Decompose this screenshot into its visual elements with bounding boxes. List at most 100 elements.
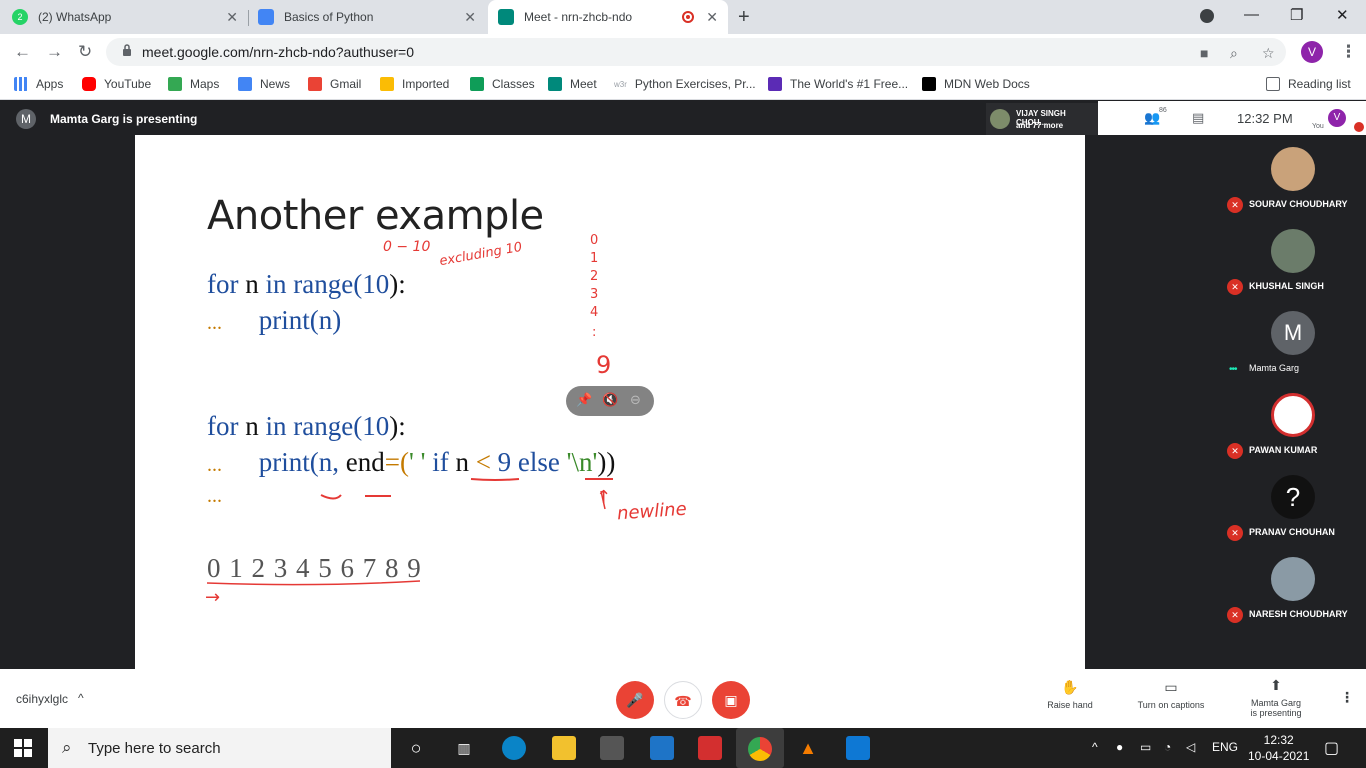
presenting-label-2: is presenting [1250, 708, 1302, 718]
more-options-icon[interactable]: ⋮ [1340, 689, 1354, 706]
bookmark-classes[interactable]: Classes [470, 77, 535, 91]
annotation-col-4: 4 [590, 305, 599, 320]
bookmark-python-exercises[interactable]: w3r Python Exercises, Pr... [614, 77, 756, 91]
tab-meet[interactable]: Meet - nrn-zhcb-ndo ✕ [488, 0, 728, 34]
reload-icon[interactable]: ↻ [78, 42, 92, 62]
participant-tile[interactable]: ✕ KHUSHAL SINGH [1221, 217, 1366, 299]
meeting-code[interactable]: c6ihyxlglc [16, 692, 68, 706]
back-icon[interactable]: ← [14, 42, 31, 62]
file-explorer-icon[interactable] [552, 736, 576, 760]
notifications-icon[interactable]: ▢ [1324, 738, 1339, 758]
menu-kebab-icon[interactable]: ⋮ [1340, 42, 1357, 62]
close-window-icon[interactable]: ✕ [1336, 6, 1349, 24]
tray-mic-icon[interactable]: ● [1116, 740, 1123, 754]
bookmark-gmail[interactable]: Gmail [308, 77, 361, 91]
chat-icon[interactable]: ▤ [1192, 110, 1204, 126]
wifi-icon[interactable]: ◔ [1164, 740, 1171, 754]
self-avatar[interactable]: V [1328, 109, 1346, 127]
taskbar-search[interactable]: ⌕ Type here to search [48, 728, 391, 768]
meet-clock: 12:32 PM [1237, 111, 1293, 126]
tab-label: (2) WhatsApp [38, 10, 112, 24]
participant-tile[interactable]: M ••• Mamta Garg [1221, 299, 1366, 381]
mic-toggle-button[interactable]: 🎤 [616, 681, 654, 719]
tab-whatsapp[interactable]: 2 (2) WhatsApp ✕ [12, 0, 248, 34]
classroom-doc-icon [258, 9, 274, 25]
reading-list[interactable]: Reading list [1266, 77, 1351, 91]
task-view-icon[interactable]: ▥ [452, 736, 476, 760]
presenting-text: Mamta Garg is presenting [50, 112, 198, 126]
mic-off-icon: ✕ [1227, 279, 1243, 295]
cc-icon: ▭ [1164, 679, 1178, 695]
profile-avatar[interactable]: V [1301, 41, 1323, 63]
hand-icon: ✋ [1061, 679, 1079, 695]
bookmark-imported[interactable]: Imported [380, 77, 449, 91]
close-icon[interactable]: ✕ [706, 9, 718, 26]
participant-tile[interactable]: ? ✕ PRANAV CHOUHAN [1221, 463, 1366, 545]
avatar [1271, 557, 1315, 601]
tab-search-icon[interactable] [1200, 9, 1214, 23]
raise-hand-button[interactable]: ✋ Raise hand [1040, 679, 1100, 710]
cortana-icon[interactable]: ○ [404, 736, 428, 760]
pin-icon[interactable]: 📌 [576, 392, 592, 408]
presenting-button[interactable]: ⬆ Mamta Garg is presenting [1240, 677, 1312, 718]
tab-label: Meet - nrn-zhcb-ndo [524, 10, 633, 24]
bookmark-label: MDN Web Docs [944, 77, 1030, 91]
taskbar-clock[interactable]: 12:32 10-04-2021 [1248, 732, 1309, 764]
bookmark-label: Imported [402, 77, 450, 91]
restore-icon[interactable]: ❐ [1290, 6, 1303, 24]
annotation-col-dots: : [592, 325, 597, 340]
acrobat-icon[interactable] [698, 736, 722, 760]
bookmark-mdn[interactable]: MDN Web Docs [922, 77, 1030, 91]
chrome-taskbar-button[interactable] [736, 728, 784, 768]
participant-tile[interactable]: ✕ NARESH CHOUDHARY [1221, 545, 1366, 627]
participant-list: ✕ SOURAV CHOUDHARY ✕ KHUSHAL SINGH M •••… [1221, 135, 1366, 627]
participant-tile[interactable]: ✕ PAWAN KUMAR [1221, 381, 1366, 463]
mail-icon[interactable] [650, 736, 674, 760]
close-icon[interactable]: ✕ [464, 9, 476, 26]
remove-icon[interactable]: ⊖ [630, 392, 641, 408]
chevron-up-icon[interactable]: ^ [78, 691, 84, 705]
tab-basics-of-python[interactable]: Basics of Python ✕ [258, 0, 486, 34]
volume-icon[interactable]: ◁ [1186, 740, 1195, 754]
bookmark-worlds-1-free[interactable]: The World's #1 Free... [768, 77, 908, 91]
leave-call-button[interactable]: ☎ [664, 681, 702, 719]
bookmark-meet[interactable]: Meet [548, 77, 597, 91]
annotation-col-9: 9 [596, 351, 612, 379]
camera-icon[interactable]: ■ [1200, 45, 1208, 61]
mute-tile-icon[interactable]: 🔇 [602, 392, 618, 408]
bookmark-apps[interactable]: Apps [14, 77, 63, 91]
url-text: meet.google.com/nrn-zhcb-ndo?authuser=0 [142, 44, 415, 60]
presentation-slide: Another example for n in range(10): ... … [135, 135, 1085, 669]
close-icon[interactable]: ✕ [226, 9, 238, 26]
windows-start-icon[interactable] [14, 739, 32, 757]
presenting-label-1: Mamta Garg [1250, 698, 1301, 708]
omnibox[interactable]: meet.google.com/nrn-zhcb-ndo?authuser=0 … [106, 38, 1286, 66]
bookmark-label: YouTube [104, 77, 152, 91]
camera-toggle-button[interactable]: ▣ [712, 681, 750, 719]
active-speaker-tile[interactable]: VIJAY SINGH CHOU... and 77 more [986, 103, 1098, 135]
new-tab-button[interactable]: + [738, 6, 750, 29]
participant-name: PRANAV CHOUHAN [1249, 527, 1335, 537]
tab-label: Basics of Python [284, 10, 374, 24]
speaking-indicator-icon: ••• [1229, 364, 1237, 375]
zoom-icon[interactable]: ⌕ [1230, 45, 1238, 62]
tray-chevron-icon[interactable]: ^ [1092, 740, 1098, 754]
maps-icon [168, 77, 182, 91]
vscode-icon[interactable] [846, 736, 870, 760]
battery-icon[interactable]: ▭ [1140, 740, 1151, 754]
you-label: You [1312, 123, 1324, 130]
forward-icon[interactable]: → [46, 42, 63, 62]
vlc-icon[interactable]: ▲ [796, 736, 820, 760]
avatar [1271, 147, 1315, 191]
edge-icon[interactable] [502, 736, 526, 760]
bookmark-news[interactable]: News [238, 77, 290, 91]
participant-tile[interactable]: ✕ SOURAV CHOUDHARY [1221, 135, 1366, 217]
bookmark-star-icon[interactable]: ☆ [1262, 45, 1275, 62]
language-indicator[interactable]: ENG [1212, 740, 1238, 754]
people-icon[interactable]: 👥 [1144, 110, 1160, 126]
store-icon[interactable] [600, 736, 624, 760]
bookmark-youtube[interactable]: YouTube [82, 77, 151, 91]
bookmark-maps[interactable]: Maps [168, 77, 219, 91]
minimize-icon[interactable]: — [1244, 6, 1259, 23]
captions-button[interactable]: ▭ Turn on captions [1130, 679, 1212, 710]
